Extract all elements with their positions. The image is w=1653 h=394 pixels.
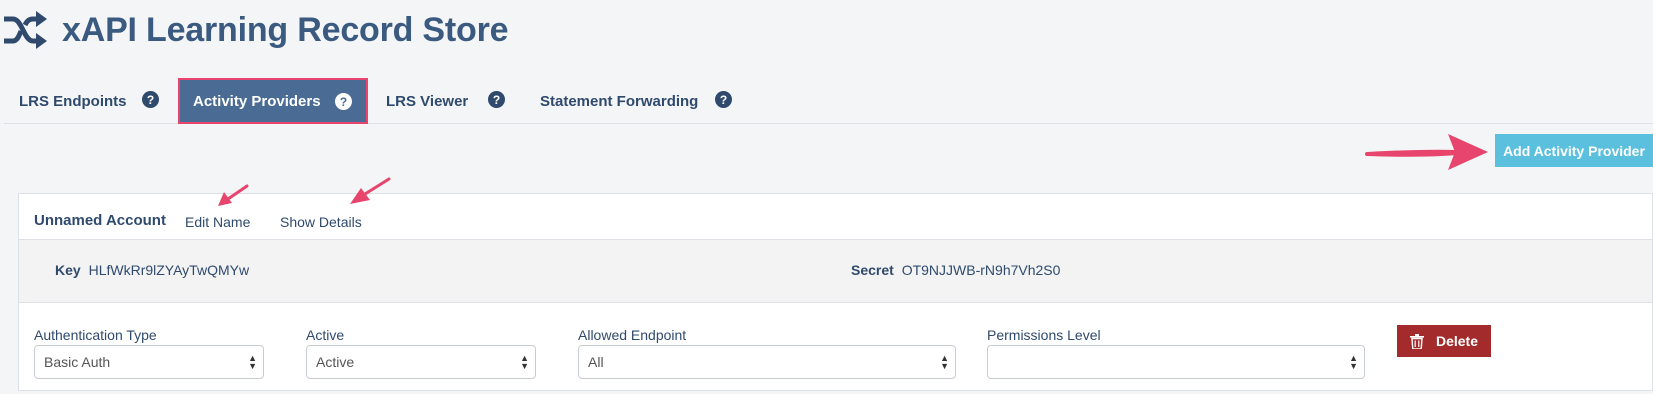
tab-activity-providers[interactable]: Activity Providers ? [178, 78, 368, 124]
app-title: xAPI Learning Record Store [62, 10, 509, 49]
allowed-endpoint-value: All [588, 354, 604, 370]
account-header: Unnamed Account Edit Name Show Details [19, 194, 1652, 239]
tab-label: Activity Providers [193, 92, 321, 110]
select-arrows-icon: ▲ ▼ [940, 353, 949, 371]
auth-type-value: Basic Auth [44, 354, 111, 370]
edit-name-link[interactable]: Edit Name [185, 214, 250, 230]
help-icon[interactable]: ? [142, 91, 159, 108]
tab-lrs-viewer[interactable]: LRS Viewer ? [376, 78, 526, 124]
delete-button[interactable]: Delete [1397, 325, 1491, 357]
key-value: HLfWkRr9lZYAyTwQMYw [88, 262, 250, 278]
tab-statement-forwarding[interactable]: Statement Forwarding ? [530, 78, 750, 124]
active-select[interactable]: Active ▲ ▼ [306, 345, 536, 379]
select-arrows-icon: ▲ ▼ [248, 353, 257, 371]
tab-label: Statement Forwarding [540, 92, 699, 110]
account-name: Unnamed Account [34, 212, 166, 229]
help-icon[interactable]: ? [488, 91, 505, 108]
trash-icon [1409, 333, 1424, 349]
add-activity-provider-button[interactable]: Add Activity Provider [1495, 134, 1653, 167]
tab-bar: LRS Endpoints ? Activity Providers ? LRS… [4, 78, 1653, 124]
key-field: Key HLfWkRr9lZYAyTwQMYw [55, 262, 249, 278]
permissions-level-select[interactable]: ▲ ▼ [987, 345, 1365, 379]
select-arrows-icon: ▲ ▼ [1349, 353, 1358, 371]
credentials-row: Key HLfWkRr9lZYAyTwQMYw Secret OT9NJJWB-… [19, 239, 1652, 303]
delete-label: Delete [1435, 333, 1479, 349]
tab-lrs-endpoints[interactable]: LRS Endpoints ? [4, 78, 174, 124]
allowed-endpoint-label: Allowed Endpoint [578, 327, 687, 343]
tab-label: LRS Viewer [386, 92, 469, 110]
active-label: Active [306, 327, 345, 343]
help-icon[interactable]: ? [715, 91, 732, 108]
account-panel: Unnamed Account Edit Name Show Details K… [18, 193, 1653, 391]
permissions-level-label: Permissions Level [987, 327, 1101, 343]
show-details-link[interactable]: Show Details [280, 214, 362, 230]
tab-label: LRS Endpoints [19, 92, 127, 110]
allowed-endpoint-select[interactable]: All ▲ ▼ [578, 345, 956, 379]
secret-field: Secret OT9NJJWB-rN9h7Vh2S0 [851, 262, 1060, 278]
auth-type-select[interactable]: Basic Auth ▲ ▼ [34, 345, 264, 379]
auth-type-label: Authentication Type [34, 327, 157, 343]
active-value: Active [316, 354, 355, 370]
key-label: Key [55, 262, 81, 278]
help-icon[interactable]: ? [335, 93, 352, 110]
select-arrows-icon: ▲ ▼ [520, 353, 529, 371]
secret-value: OT9NJJWB-rN9h7Vh2S0 [901, 262, 1061, 278]
lrs-page: xAPI Learning Record Store LRS Endpoints… [0, 0, 1653, 394]
annotation-arrow-add [1365, 134, 1488, 170]
secret-label: Secret [851, 262, 894, 278]
shuffle-icon [4, 11, 47, 49]
app-header: xAPI Learning Record Store [0, 6, 509, 54]
